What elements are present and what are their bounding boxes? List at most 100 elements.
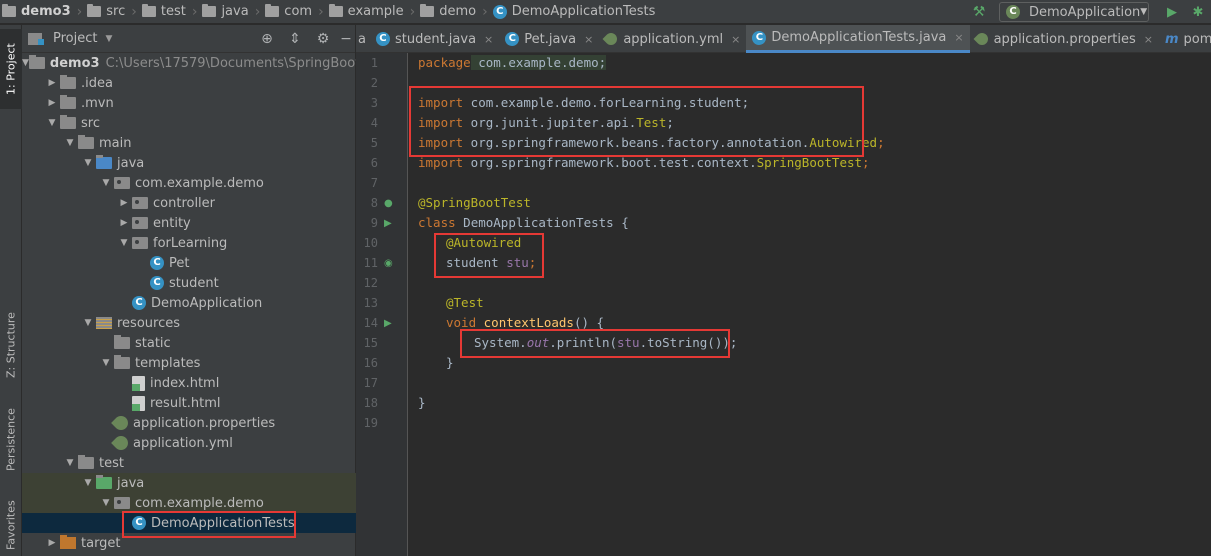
chevron-down-icon[interactable]: ▼ bbox=[98, 498, 114, 508]
breadcrumb-src[interactable]: src bbox=[85, 0, 129, 24]
close-icon[interactable]: × bbox=[1144, 33, 1153, 46]
tree-item[interactable]: ▼ templates bbox=[22, 353, 356, 373]
tab-application-properties[interactable]: application.properties × bbox=[970, 25, 1159, 53]
chevron-down-icon[interactable]: ▼ bbox=[80, 318, 96, 328]
code-text: org.springframework.beans.factory.annota… bbox=[463, 135, 810, 150]
breadcrumb-demo[interactable]: demo bbox=[418, 0, 480, 24]
code-line-15: System.out.println(stu.toString()); bbox=[474, 333, 737, 353]
tree-item[interactable]: static bbox=[22, 333, 356, 353]
code-text: ; bbox=[528, 255, 537, 270]
breadcrumb-example[interactable]: example bbox=[327, 0, 408, 24]
spring-leaf-icon bbox=[111, 413, 131, 433]
code-text: .toString()); bbox=[639, 335, 738, 350]
breadcrumb-java[interactable]: java bbox=[200, 0, 252, 24]
field-name: stu bbox=[506, 255, 529, 270]
chevron-right-icon: › bbox=[131, 3, 137, 20]
run-icon[interactable]: ▶ bbox=[1159, 5, 1185, 20]
tree-item[interactable]: ▶ entity bbox=[22, 213, 356, 233]
tree-item[interactable]: ▼ java bbox=[22, 153, 356, 173]
breadcrumb-test[interactable]: test bbox=[140, 0, 190, 24]
tab-pom-xml[interactable]: mpom.xml× bbox=[1159, 25, 1211, 53]
run-test-icon[interactable]: ▶ bbox=[384, 318, 392, 329]
tree-item-label: result.html bbox=[150, 395, 221, 411]
chevron-right-icon[interactable]: ▶ bbox=[44, 78, 60, 88]
tree-item[interactable]: ▶ .mvn bbox=[22, 93, 356, 113]
tab-structure-tool[interactable]: Z: Structure bbox=[0, 305, 22, 385]
field-name: stu bbox=[617, 335, 640, 350]
folder-icon bbox=[114, 355, 130, 369]
tree-item[interactable]: ▼ com.example.demo bbox=[22, 493, 356, 513]
chevron-right-icon[interactable]: ▶ bbox=[44, 538, 60, 548]
hide-panel-icon[interactable]: − bbox=[337, 31, 355, 47]
tree-item[interactable]: ▶ target bbox=[22, 533, 356, 553]
breadcrumb-demoapplicationtests[interactable]: C DemoApplicationTests bbox=[491, 0, 660, 24]
close-icon[interactable]: × bbox=[484, 33, 493, 46]
tab-project-tool[interactable]: 1: Project bbox=[0, 29, 22, 109]
run-configuration-select[interactable]: C DemoApplication ▼ bbox=[999, 2, 1149, 22]
tree-item-label: target bbox=[81, 535, 121, 551]
tree-item[interactable]: ▼ com.example.demo bbox=[22, 173, 356, 193]
tree-item[interactable]: ▶ controller bbox=[22, 193, 356, 213]
chevron-down-icon[interactable]: ▼ bbox=[105, 34, 112, 44]
chevron-down-icon[interactable]: ▼ bbox=[44, 118, 60, 128]
tree-item-label: DemoApplication bbox=[151, 295, 263, 311]
chevron-down-icon[interactable]: ▼ bbox=[22, 58, 29, 68]
chevron-down-icon[interactable]: ▼ bbox=[62, 458, 78, 468]
folder-icon bbox=[328, 4, 343, 17]
debug-icon[interactable]: ✱ bbox=[1185, 5, 1211, 20]
chevron-down-icon[interactable]: ▼ bbox=[80, 158, 96, 168]
tree-item[interactable]: application.yml bbox=[22, 433, 356, 453]
tree-item[interactable]: ▼ main bbox=[22, 133, 356, 153]
tree-item[interactable]: ▼ forLearning bbox=[22, 233, 356, 253]
breadcrumb-com[interactable]: com bbox=[263, 0, 316, 24]
tree-item[interactable]: ▼ demo3 C:\Users\17579\Documents\SpringBoo… bbox=[22, 53, 356, 73]
tab-application-yml[interactable]: application.yml × bbox=[599, 25, 746, 53]
close-icon[interactable]: × bbox=[954, 31, 963, 44]
chevron-down-icon[interactable]: ▼ bbox=[98, 358, 114, 368]
tree-item[interactable]: ▼ src bbox=[22, 113, 356, 133]
chevron-down-icon[interactable]: ▼ bbox=[98, 178, 114, 188]
close-icon[interactable]: × bbox=[731, 33, 740, 46]
tree-item-label: resources bbox=[117, 315, 181, 331]
chevron-down-icon[interactable]: ▼ bbox=[62, 138, 78, 148]
tab-favorites-tool[interactable]: Favorites bbox=[0, 495, 22, 555]
tree-item[interactable]: application.properties bbox=[22, 413, 356, 433]
package-icon bbox=[132, 197, 148, 209]
chevron-down-icon[interactable]: ▼ bbox=[80, 478, 96, 488]
tree-item[interactable]: C DemoApplicationTests bbox=[22, 513, 356, 533]
tab-pet-java[interactable]: C Pet.java × bbox=[499, 25, 599, 53]
folder-icon bbox=[114, 335, 130, 349]
autowired-bean-icon[interactable]: ◉ bbox=[384, 258, 393, 269]
line-number: 5 bbox=[370, 136, 378, 150]
tree-item[interactable]: index.html bbox=[22, 373, 356, 393]
chevron-right-icon[interactable]: ▶ bbox=[44, 98, 60, 108]
collapse-all-icon[interactable]: ⇕ bbox=[281, 31, 309, 47]
hammer-icon[interactable]: ⚒ bbox=[967, 4, 991, 20]
chevron-right-icon[interactable]: ▶ bbox=[116, 218, 132, 228]
locate-file-icon[interactable]: ⊕ bbox=[253, 31, 281, 47]
tab-truncated[interactable]: a bbox=[356, 25, 370, 53]
annotation-class: Test bbox=[636, 115, 667, 130]
close-icon[interactable]: × bbox=[584, 33, 593, 46]
tree-item[interactable]: C Pet bbox=[22, 253, 356, 273]
tree-item[interactable]: ▶ .idea bbox=[22, 73, 356, 93]
tab-demoapplicationtests-java[interactable]: C DemoApplicationTests.java × bbox=[746, 25, 970, 53]
chevron-down-icon[interactable]: ▼ bbox=[116, 238, 132, 248]
gear-icon[interactable]: ⚙ bbox=[309, 31, 337, 47]
tree-item[interactable]: result.html bbox=[22, 393, 356, 413]
tree-item[interactable]: ▼ java bbox=[22, 473, 356, 493]
chevron-right-icon[interactable]: ▶ bbox=[116, 198, 132, 208]
tab-student-java[interactable]: Cstudent.java × bbox=[370, 25, 499, 53]
tab-persistence-tool[interactable]: Persistence bbox=[0, 400, 22, 480]
code-editor[interactable]: package com.example.demo; import com.exa… bbox=[418, 53, 1211, 556]
tree-item[interactable]: ▼ resources bbox=[22, 313, 356, 333]
tree-item[interactable]: Cstudent bbox=[22, 273, 356, 293]
project-panel-title[interactable]: Project bbox=[53, 31, 97, 46]
project-panel: Project ▼ ⊕ ⇕ ⚙ − ▼ demo3 C:\Users\17579\D… bbox=[22, 25, 356, 556]
tree-item[interactable]: C DemoApplication bbox=[22, 293, 356, 313]
editor-tab-bar: a Cstudent.java × C Pet.java × application.… bbox=[356, 25, 1211, 53]
run-test-class-icon[interactable]: ▶ bbox=[384, 218, 392, 229]
breadcrumb-demo3[interactable]: demo3 bbox=[0, 0, 75, 24]
tree-item[interactable]: ▼ test bbox=[22, 453, 356, 473]
spring-bean-icon[interactable]: ● bbox=[384, 198, 393, 209]
